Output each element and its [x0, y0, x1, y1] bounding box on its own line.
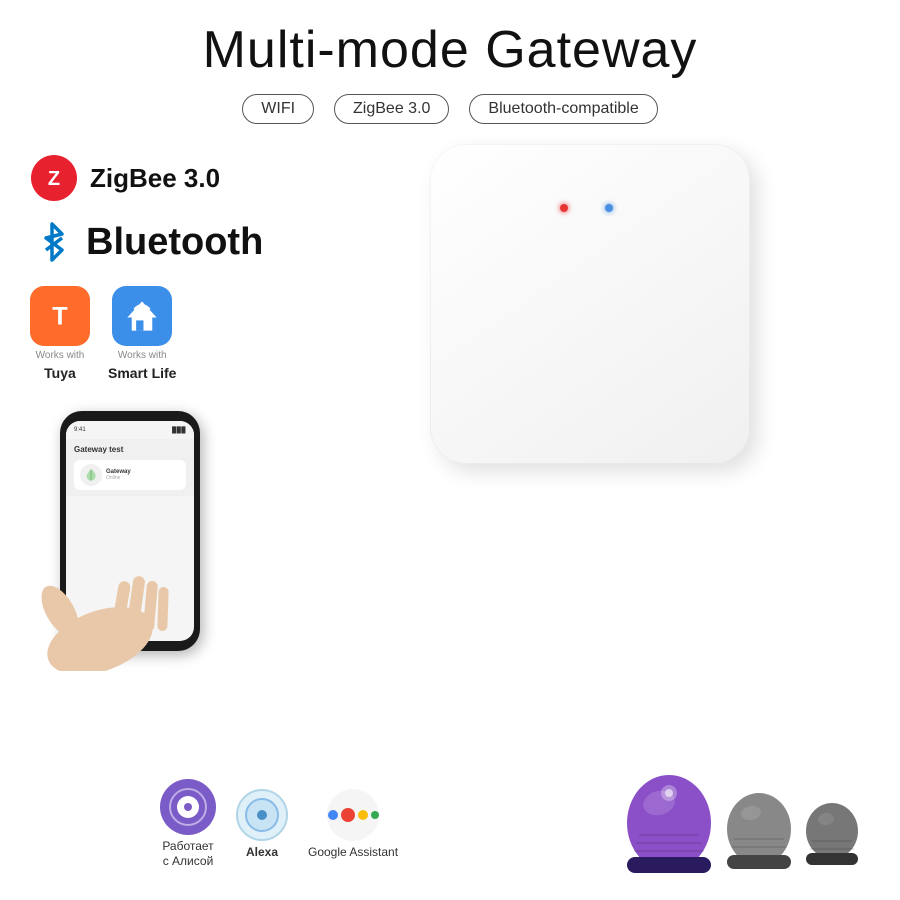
bluetooth-feature-row: Bluetooth [30, 220, 270, 264]
led-red [560, 204, 568, 212]
small-dark-speaker-2 [804, 803, 860, 872]
alexa-label: Alexa [246, 845, 278, 859]
phone-mockup: 9:41 ▉▉▉ Gateway test [50, 411, 210, 661]
bluetooth-label: Bluetooth [86, 221, 263, 264]
zigbee-feature-row: Z ZigBee 3.0 [30, 154, 270, 202]
zigbee-icon: Z [30, 154, 78, 202]
main-content: Z ZigBee 3.0 Bluetooth [0, 134, 900, 681]
svg-text:T: T [52, 302, 68, 330]
speakers-area [624, 775, 860, 880]
alexa-icon [236, 789, 288, 841]
smartlife-app-block: Works with Smart Life [108, 286, 176, 381]
bluetooth-badge: Bluetooth-compatible [469, 94, 657, 124]
phone-screen-content: Gateway test Gateway Online [66, 439, 194, 496]
device-image [430, 144, 750, 464]
bluetooth-icon [30, 220, 74, 264]
alice-label: Работает с Алисой [162, 839, 213, 870]
phone-status-bar: 9:41 ▉▉▉ [66, 421, 194, 439]
google-assistant-block: Google Assistant [308, 789, 398, 859]
tiny-dark-speaker-svg [804, 803, 860, 867]
google-label: Google Assistant [308, 845, 398, 859]
page-container: Multi-mode Gateway WIFI ZigBee 3.0 Bluet… [0, 0, 900, 900]
tuya-works-with-label: Works with [36, 350, 85, 361]
small-dark-speaker-1 [724, 793, 794, 878]
google-assistant-icon [327, 789, 379, 841]
title-section: Multi-mode Gateway [0, 0, 900, 80]
right-panel [300, 134, 900, 681]
phone-screen-title: Gateway test [74, 445, 186, 454]
smartlife-name-label: Smart Life [108, 365, 176, 381]
app-icons-row: T Works with Tuya [30, 286, 270, 381]
smartlife-works-with-label: Works with [118, 350, 167, 361]
tuya-app-block: T Works with Tuya [30, 286, 90, 381]
page-title: Multi-mode Gateway [0, 20, 900, 80]
hand-svg [30, 491, 210, 671]
bottom-assistants-area: Работает с Алисой Alexa Google Assist [160, 779, 398, 870]
smartlife-icon [112, 286, 172, 346]
small-dark-speaker-svg [724, 793, 794, 873]
badges-row: WIFI ZigBee 3.0 Bluetooth-compatible [0, 94, 900, 124]
wifi-badge: WIFI [242, 94, 314, 124]
left-panel: Z ZigBee 3.0 Bluetooth [0, 134, 300, 681]
tuya-name-label: Tuya [44, 365, 76, 381]
purple-speaker-svg [624, 775, 714, 875]
alice-block: Работает с Алисой [160, 779, 216, 870]
alice-icon [160, 779, 216, 835]
led-blue [605, 204, 613, 212]
svg-text:Z: Z [48, 168, 60, 190]
purple-speaker [624, 775, 714, 880]
tuya-icon: T [30, 286, 90, 346]
zigbee-badge: ZigBee 3.0 [334, 94, 449, 124]
zigbee-label: ZigBee 3.0 [90, 163, 220, 194]
alexa-block: Alexa [236, 789, 288, 859]
